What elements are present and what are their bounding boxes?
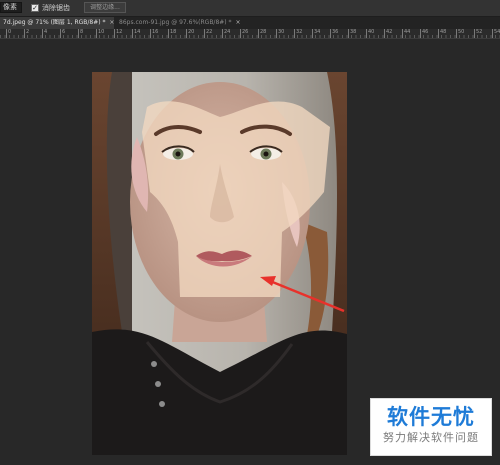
ruler-tick-label: 38 [348, 29, 356, 38]
ruler-tick-label: 52 [474, 29, 482, 38]
ruler-tick-label: 42 [384, 29, 392, 38]
ruler-tick-label: 14 [132, 29, 140, 38]
ruler-tick-label: 32 [294, 29, 302, 38]
tab-label: 86ps.com-91.jpg @ 97.6%(RGB/8#) * [119, 19, 232, 26]
ruler-tick-label: 36 [330, 29, 338, 38]
tab-document-2[interactable]: 86ps.com-91.jpg @ 97.6%(RGB/8#) * × [116, 17, 242, 29]
close-icon[interactable]: × [109, 19, 114, 26]
ruler-tick-label: 4 [42, 29, 47, 38]
ruler-tick-label: 8 [78, 29, 83, 38]
ruler-tick-label: 50 [456, 29, 464, 38]
ruler-tick-label: 20 [186, 29, 194, 38]
tab-label: 7d.jpeg @ 71% (图层 1, RGB/8#) * [3, 19, 106, 26]
tab-document-1[interactable]: 7d.jpeg @ 71% (图层 1, RGB/8#) * × [0, 17, 114, 29]
refine-edge-button[interactable]: 调整边缘... [84, 2, 126, 13]
ruler-tick-label: 18 [168, 29, 176, 38]
ruler-tick-label: 0 [6, 29, 11, 38]
ruler-tick-label: 44 [402, 29, 410, 38]
document-tab-bar: 7d.jpeg @ 71% (图层 1, RGB/8#) * × 86ps.co… [0, 17, 500, 29]
close-icon[interactable]: × [235, 19, 240, 26]
ruler-tick-label: 26 [240, 29, 248, 38]
ruler-tick-label: 28 [258, 29, 266, 38]
anti-alias-checkbox[interactable]: ✓ [31, 4, 39, 12]
portrait-photo [92, 72, 347, 455]
ruler-tick-label: 48 [438, 29, 446, 38]
ruler-tick-label: 46 [420, 29, 428, 38]
canvas-image[interactable] [92, 72, 347, 455]
anti-alias-label: 消除锯齿 [42, 4, 70, 12]
options-bar: 像素 ✓ 消除锯齿 调整边缘... [0, 0, 500, 17]
watermark-subtitle: 努力解决软件问题 [383, 431, 479, 444]
ruler-tick-label: 24 [222, 29, 230, 38]
watermark-title: 软件无忧 [387, 405, 475, 429]
ruler-tick-label: 30 [276, 29, 284, 38]
ruler-tick-label: 54 [492, 29, 500, 38]
ruler-tick-label: 12 [114, 29, 122, 38]
ruler-tick-label: 34 [312, 29, 320, 38]
ruler-tick-label: 6 [60, 29, 65, 38]
ruler-tick-label: 22 [204, 29, 212, 38]
horizontal-ruler[interactable]: 0 2 4 6 8 10 12 14 16 18 20 22 24 26 28 30 32 34 36 38 40 42 4… [0, 29, 500, 39]
feather-unit-field[interactable]: 像素 [0, 2, 22, 13]
ruler-tick-label: 2 [24, 29, 29, 38]
ruler-tick-label: 10 [96, 29, 104, 38]
ruler-tick-label: 16 [150, 29, 158, 38]
ruler-tick-label: 40 [366, 29, 374, 38]
watermark-logo: 软件无忧 努力解决软件问题 [370, 398, 492, 456]
